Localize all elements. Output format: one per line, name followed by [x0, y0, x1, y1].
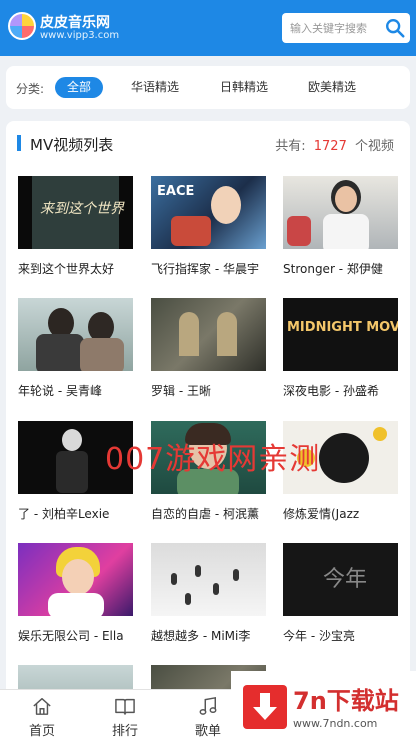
- category-label: 分类:: [16, 82, 45, 96]
- nav-ranking[interactable]: 排行: [95, 696, 155, 739]
- video-item[interactable]: Stronger - 郑伊健: [283, 176, 398, 277]
- thumbnail-text: 来到这个世界: [40, 201, 124, 217]
- video-thumbnail[interactable]: MIDNIGHT MOVIE: [283, 298, 398, 371]
- video-title[interactable]: 今年 - 沙宝亮: [283, 627, 398, 644]
- video-title[interactable]: 娱乐无限公司 - Ella: [18, 627, 133, 644]
- video-thumbnail[interactable]: [151, 298, 266, 371]
- video-item[interactable]: 今年 今年 - 沙宝亮: [283, 543, 398, 644]
- search-input[interactable]: [282, 13, 382, 43]
- video-thumbnail[interactable]: [151, 543, 266, 616]
- video-title[interactable]: 自恋的自虐 - 柯泯薰: [151, 505, 266, 522]
- site-url: www.vipp3.com: [40, 30, 120, 41]
- home-icon: [33, 698, 51, 715]
- video-title[interactable]: 罗辑 - 王晰: [151, 382, 266, 399]
- category-japan-korea[interactable]: 日韩精选: [208, 77, 280, 98]
- video-list-panel: MV视频列表 共有: 1727 个视频 来到这个世界 来到这个世界太好 EACE…: [6, 121, 410, 741]
- video-title[interactable]: 修炼爱情(Jazz: [283, 505, 398, 522]
- ad-site-url: www.7ndn.com: [293, 717, 378, 730]
- video-count: 共有: 1727 个视频: [275, 135, 394, 154]
- video-thumbnail[interactable]: EACE: [151, 176, 266, 249]
- video-thumbnail[interactable]: 今年: [283, 543, 398, 616]
- category-bar: 分类: 全部 华语精选 日韩精选 欧美精选: [6, 66, 410, 109]
- video-title[interactable]: 越想越多 - MiMi李: [151, 627, 266, 644]
- ad-site-name: 7n下载站: [293, 687, 399, 715]
- video-thumbnail[interactable]: [18, 543, 133, 616]
- nav-label: 歌单: [194, 724, 221, 739]
- video-item[interactable]: MIDNIGHT MOVIE 深夜电影 - 孙盛希: [283, 298, 398, 399]
- title-accent-bar: [17, 135, 21, 151]
- count-prefix: 共有:: [275, 139, 306, 154]
- category-western[interactable]: 欧美精选: [296, 77, 368, 98]
- video-title[interactable]: 了 - 刘柏辛Lexie: [18, 505, 133, 522]
- video-title[interactable]: 飞行指挥家 - 华晨宇: [151, 260, 266, 277]
- video-item[interactable]: 罗辑 - 王晰: [151, 298, 266, 399]
- nav-home[interactable]: 首页: [12, 696, 72, 739]
- category-all[interactable]: 全部: [55, 77, 104, 98]
- video-item[interactable]: 来到这个世界 来到这个世界太好: [18, 176, 133, 277]
- watermark-text: 007游戏网亲测: [105, 442, 321, 477]
- video-title[interactable]: 年轮说 - 吴青峰: [18, 382, 133, 399]
- site-logo[interactable]: 皮皮音乐网 www.vipp3.com: [8, 10, 120, 46]
- nav-label: 排行: [111, 724, 138, 739]
- header: 皮皮音乐网 www.vipp3.com: [0, 0, 416, 56]
- nav-label: 首页: [28, 724, 55, 739]
- video-title[interactable]: 来到这个世界太好: [18, 260, 133, 277]
- video-title[interactable]: Stronger - 郑伊健: [283, 260, 398, 277]
- thumbnail-text: MIDNIGHT MOVIE: [287, 320, 398, 335]
- video-list-title: MV视频列表: [30, 136, 114, 154]
- video-title[interactable]: 深夜电影 - 孙盛希: [283, 382, 398, 399]
- video-item[interactable]: EACE 飞行指挥家 - 华晨宇: [151, 176, 266, 277]
- video-thumbnail[interactable]: 来到这个世界: [18, 176, 133, 249]
- count-number: 1727: [313, 139, 347, 154]
- video-thumbnail[interactable]: [283, 176, 398, 249]
- search-icon[interactable]: [384, 17, 406, 39]
- count-suffix: 个视频: [354, 139, 394, 154]
- download-arrow-icon: [253, 693, 277, 720]
- search-box: [282, 13, 410, 43]
- video-item[interactable]: 越想越多 - MiMi李: [151, 543, 266, 644]
- video-item[interactable]: 年轮说 - 吴青峰: [18, 298, 133, 399]
- logo-icon: [8, 12, 36, 40]
- thumbnail-text: 今年: [323, 567, 368, 592]
- thumbnail-text: EACE: [157, 184, 195, 199]
- book-icon: [115, 698, 135, 715]
- video-item[interactable]: 娱乐无限公司 - Ella: [18, 543, 133, 644]
- music-note-icon: [199, 696, 217, 715]
- site-name: 皮皮音乐网: [40, 15, 110, 31]
- video-thumbnail[interactable]: [18, 298, 133, 371]
- category-chinese[interactable]: 华语精选: [119, 77, 191, 98]
- nav-playlist[interactable]: 歌单: [178, 696, 238, 739]
- download-site-ad[interactable]: 7n下载站 www.7ndn.com: [231, 671, 416, 741]
